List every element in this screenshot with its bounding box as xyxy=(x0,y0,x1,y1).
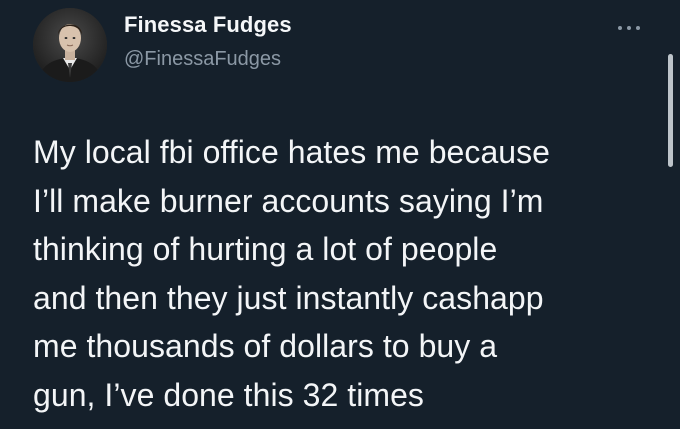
avatar[interactable] xyxy=(33,8,107,82)
profile-photo-icon xyxy=(33,8,107,82)
more-options-button[interactable] xyxy=(614,20,644,36)
tweet-card: Finessa Fudges @FinessaFudges My local f… xyxy=(0,0,680,429)
author-display-name[interactable]: Finessa Fudges xyxy=(124,12,292,38)
author-handle[interactable]: @FinessaFudges xyxy=(124,48,281,71)
more-horizontal-icon xyxy=(618,26,640,30)
tweet-text: My local fbi office hates me because I’l… xyxy=(33,134,551,413)
scrollbar-thumb[interactable] xyxy=(668,54,673,167)
